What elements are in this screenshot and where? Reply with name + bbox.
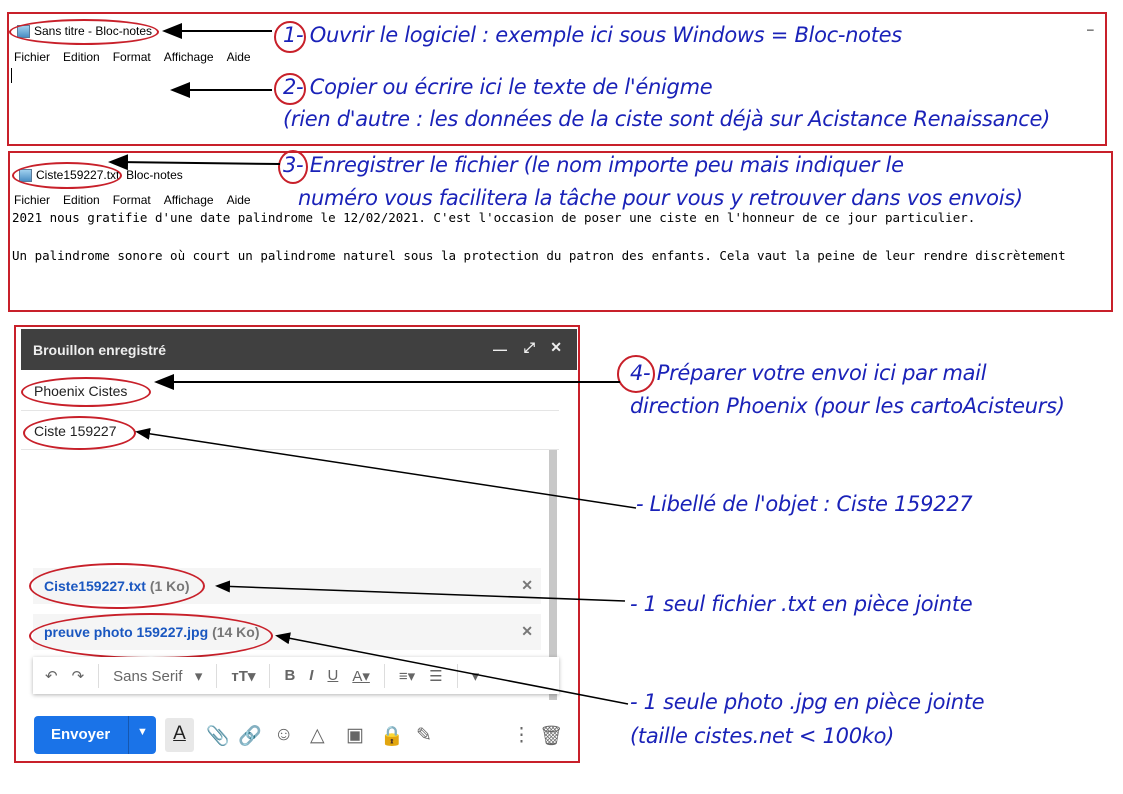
- arrow: [215, 580, 626, 602]
- arrow: [135, 427, 637, 509]
- arrow: [108, 154, 281, 171]
- arrow: [275, 632, 629, 705]
- arrows: [108, 22, 637, 705]
